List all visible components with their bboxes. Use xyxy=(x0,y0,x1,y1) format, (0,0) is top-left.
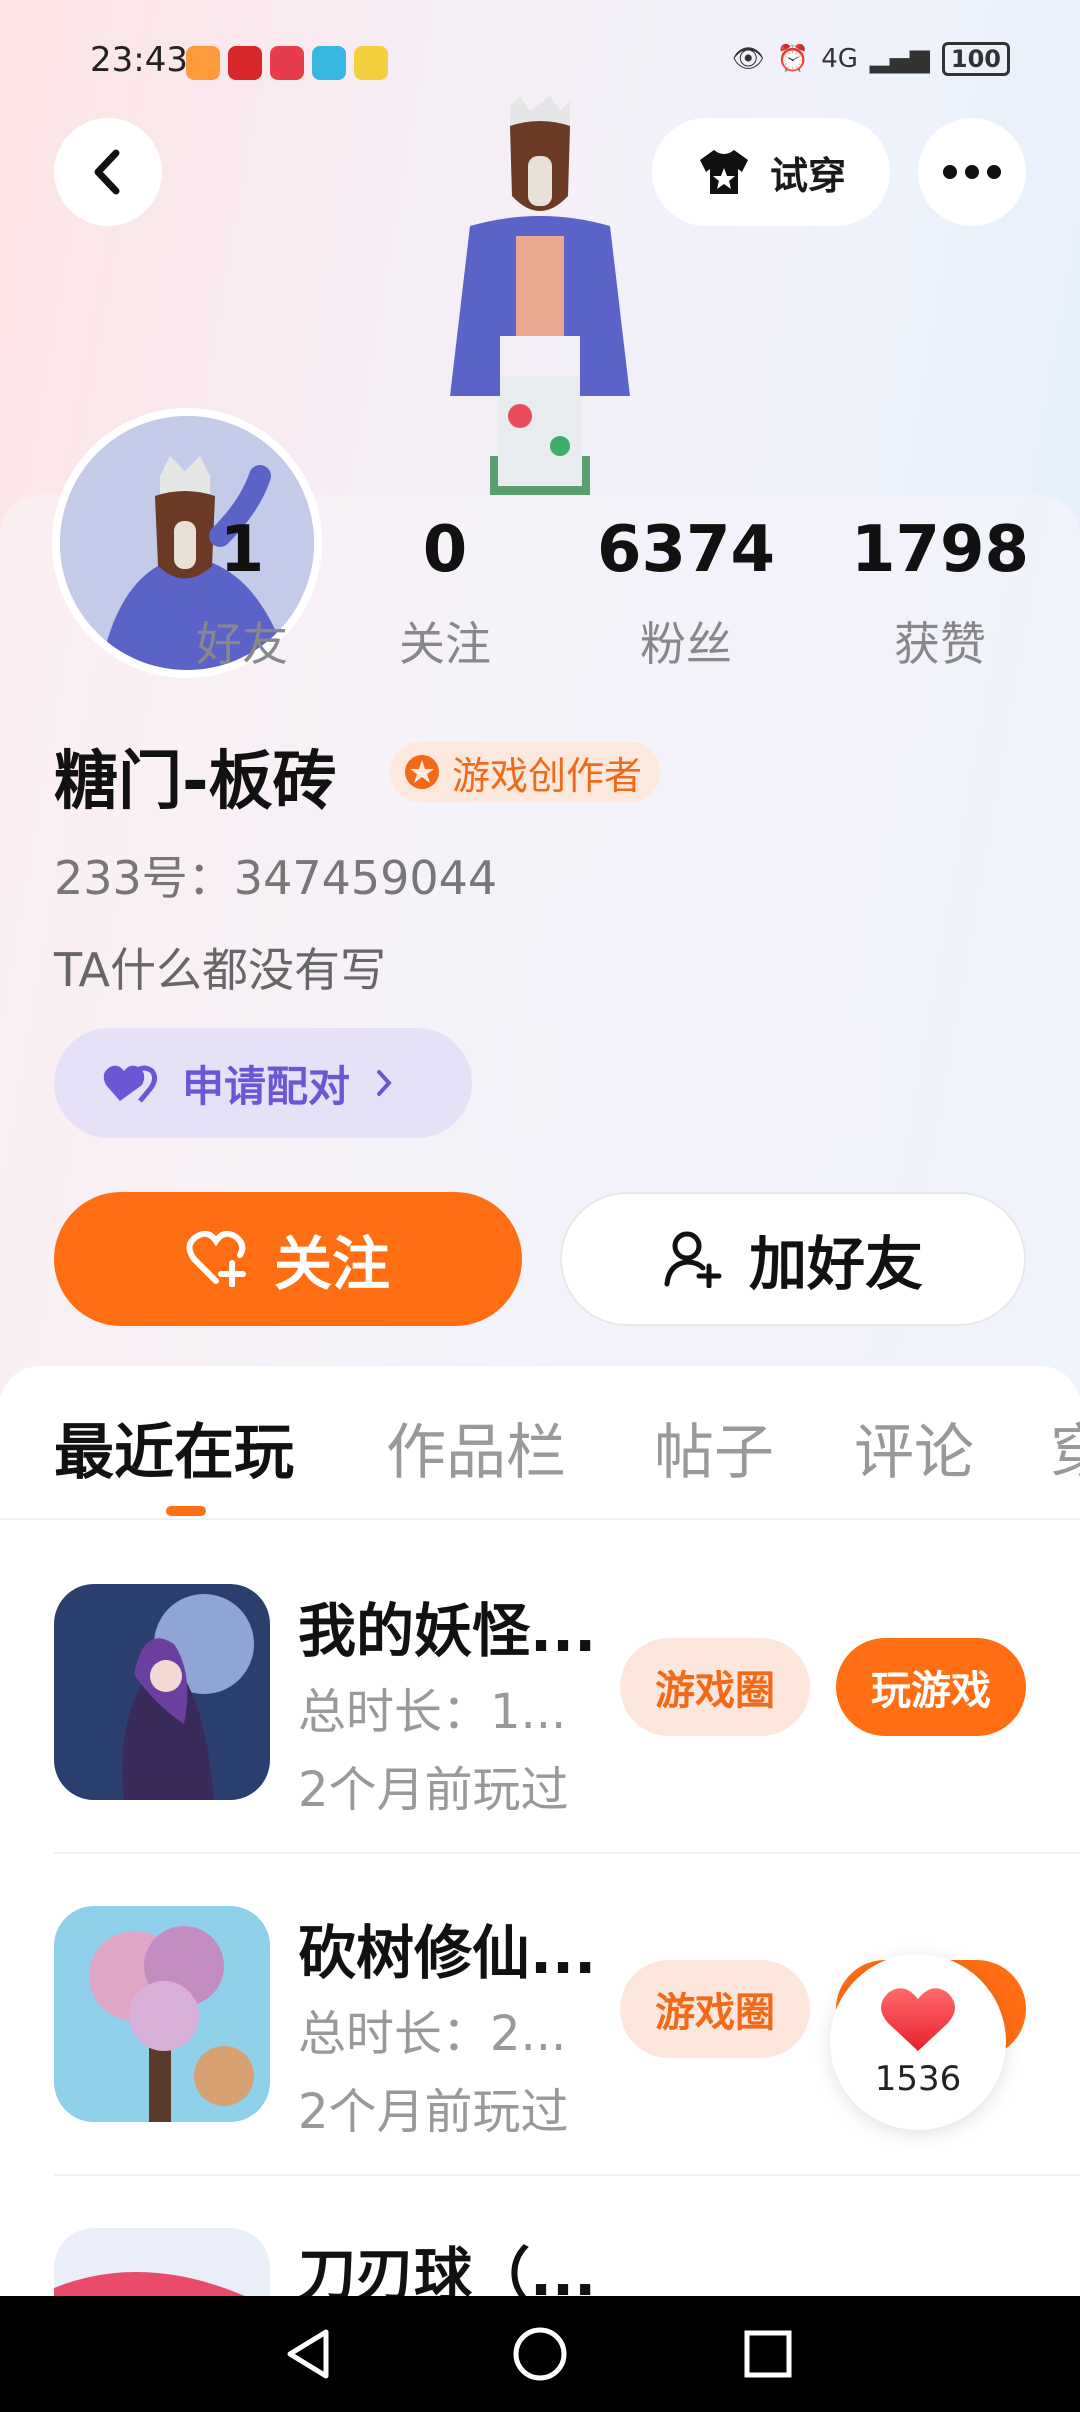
game-duration: 总时长：2... xyxy=(298,2006,567,2062)
chevron-left-icon xyxy=(94,149,120,195)
stat-following[interactable]: 0 关注 xyxy=(345,510,545,674)
profile-name: 糖门-板砖 xyxy=(54,745,337,819)
stat-likes[interactable]: 1798 获赞 xyxy=(840,510,1040,674)
stat-label: 粉丝 xyxy=(640,617,732,671)
stat-friends[interactable]: 1 好友 xyxy=(142,510,342,674)
alarm-icon: ⏰ xyxy=(776,44,810,74)
game-last-played: 2个月前玩过 xyxy=(298,1762,569,1818)
game-title: 我的妖怪... xyxy=(298,1597,597,1665)
tab-recent-played[interactable]: 最近在玩 xyxy=(54,1404,294,1491)
game-icon-image xyxy=(54,1906,270,2122)
signal-icon: 4G xyxy=(821,44,858,74)
app-notification-icon xyxy=(312,46,346,80)
game-title: 砍树修仙... xyxy=(298,1919,597,1987)
system-icons: 👁 ⏰ 4G ▂▄▆ 100 xyxy=(732,42,1010,76)
game-icon xyxy=(54,1906,270,2122)
add-friend-button[interactable]: 加好友 xyxy=(560,1192,1026,1326)
heart-plus-icon xyxy=(186,1231,246,1287)
try-on-button[interactable]: 试穿 xyxy=(652,118,890,226)
play-game-button[interactable]: 玩游戏 xyxy=(836,1638,1026,1736)
creator-badge-label: 游戏创作者 xyxy=(452,753,643,798)
system-nav-bar xyxy=(0,2296,1080,2412)
chevron-right-icon xyxy=(377,1070,392,1096)
heart-icon xyxy=(881,1988,955,2051)
user-id: 233号：347459044 xyxy=(54,851,498,905)
add-friend-label: 加好友 xyxy=(748,1230,923,1298)
like-count: 1536 xyxy=(874,2059,962,2099)
try-on-label: 试穿 xyxy=(769,153,846,198)
signal-icon-2: ▂▄▆ xyxy=(869,44,930,74)
avatar-3d-figure xyxy=(450,96,630,496)
game-circle-button[interactable]: 游戏圈 xyxy=(620,1960,810,2058)
game-last-played: 2个月前玩过 xyxy=(298,2084,569,2140)
app-notification-icon xyxy=(186,46,220,80)
app-notification-icon xyxy=(270,46,304,80)
nav-back-icon[interactable] xyxy=(282,2326,336,2382)
follow-button[interactable]: 关注 xyxy=(54,1192,522,1326)
creator-badge[interactable]: 游戏创作者 xyxy=(390,742,661,802)
battery-icon: 100 xyxy=(941,42,1010,76)
like-float-button[interactable]: 1536 xyxy=(830,1954,1006,2130)
tab-works[interactable]: 作品栏 xyxy=(386,1404,566,1491)
back-button[interactable] xyxy=(54,118,162,226)
tshirt-icon xyxy=(699,150,748,194)
stat-value: 6374 xyxy=(596,513,776,587)
tab-comments[interactable]: 评论 xyxy=(854,1404,974,1491)
stat-label: 关注 xyxy=(399,617,491,671)
stat-value: 0 xyxy=(422,513,468,587)
notification-icons xyxy=(186,46,388,80)
follow-label: 关注 xyxy=(273,1230,390,1298)
status-bar: 23:43 👁 ⏰ 4G ▂▄▆ 100 xyxy=(0,0,1080,110)
stat-value: 1798 xyxy=(850,513,1030,587)
nav-recents-icon[interactable] xyxy=(742,2328,794,2380)
stat-fans[interactable]: 6374 粉丝 xyxy=(586,510,786,674)
app-notification-icon xyxy=(354,46,388,80)
double-heart-icon xyxy=(103,1065,158,1103)
game-circle-button[interactable]: 游戏圈 xyxy=(620,1638,810,1736)
game-icon-image xyxy=(54,1584,270,1800)
profile-bio: TA什么都没有写 xyxy=(54,943,386,997)
app-notification-icon xyxy=(228,46,262,80)
nav-home-icon[interactable] xyxy=(510,2324,570,2384)
tab-outfits[interactable]: 穿 xyxy=(1050,1404,1080,1491)
tab-divider xyxy=(0,1518,1080,1520)
active-tab-indicator xyxy=(166,1506,206,1516)
game-duration: 总时长：1... xyxy=(298,1684,567,1740)
stat-label: 获赞 xyxy=(894,617,986,671)
stat-label: 好友 xyxy=(196,617,288,671)
apply-pair-label: 申请配对 xyxy=(182,1061,351,1111)
add-user-icon xyxy=(664,1231,722,1288)
more-dots-icon xyxy=(943,165,1001,179)
game-list-item[interactable]: 我的妖怪... 总时长：1... 2个月前玩过 游戏圈 玩游戏 xyxy=(0,1532,1080,1854)
more-button[interactable] xyxy=(918,118,1026,226)
creator-badge-icon xyxy=(405,755,439,789)
game-icon xyxy=(54,1584,270,1800)
stat-value: 1 xyxy=(219,513,265,587)
status-time: 23:43 xyxy=(90,40,188,80)
tab-posts[interactable]: 帖子 xyxy=(654,1404,774,1491)
apply-pair-button[interactable]: 申请配对 xyxy=(54,1028,472,1138)
eye-icon: 👁 xyxy=(731,44,765,74)
